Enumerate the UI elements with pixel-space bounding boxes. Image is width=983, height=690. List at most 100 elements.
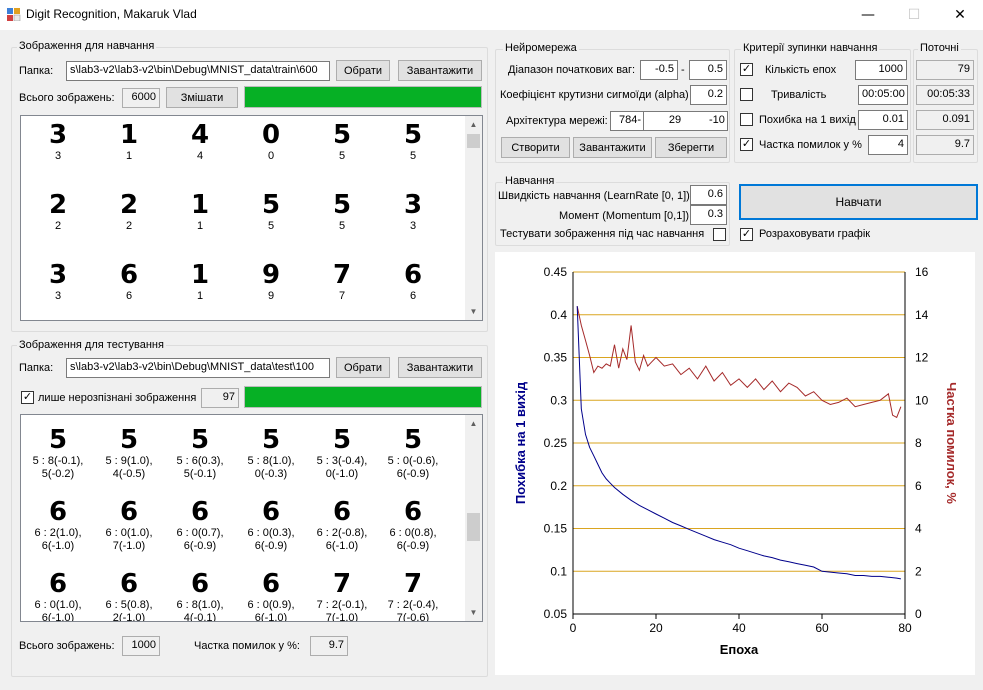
y-tick-label: 0.35 [544, 351, 568, 365]
prediction-second: 7(-0.6) [396, 612, 430, 622]
train-load-button[interactable]: Завантажити [398, 60, 482, 81]
load-network-button[interactable]: Завантажити [573, 137, 652, 158]
test-folder-input[interactable]: s\lab3-v2\lab3-v2\bin\Debug\MNIST_data\t… [66, 358, 330, 378]
prediction-second: 7(-1.0) [325, 612, 359, 622]
calc-graph-checkbox[interactable]: ✓ [740, 228, 753, 241]
prediction-label: 6 : 2(1.0), [34, 527, 82, 539]
create-network-button[interactable]: Створити [501, 137, 570, 158]
arch-hidden-input[interactable]: 29 [643, 111, 707, 131]
test-image-item: 66 : 0(0.9), 6(-1.0) [236, 569, 306, 622]
prediction-label: 5 : 8(-0.1), [32, 455, 84, 467]
digit-label: 2 [54, 220, 62, 232]
digit-image: 6 [48, 569, 68, 599]
test-during-checkbox[interactable] [713, 228, 726, 241]
prediction-second: 6(-0.9) [396, 468, 430, 480]
digit-image: 5 [332, 425, 352, 455]
train-scrollbar[interactable]: ▲ ▼ [465, 116, 482, 320]
duration-input[interactable]: 00:05:00 [858, 85, 908, 105]
epochs-current: 79 [916, 60, 974, 80]
error-per-output-checkbox[interactable] [740, 113, 753, 126]
digit-image: 7 [332, 260, 352, 290]
prediction-second: 6(-1.0) [254, 612, 288, 622]
error-rate-input[interactable]: 4 [868, 135, 908, 155]
digit-label: 3 [54, 150, 62, 162]
digit-image: 5 [261, 425, 281, 455]
test-image-item: 77 : 2(-0.1), 7(-1.0) [307, 569, 377, 622]
prediction-second: 5(-0.1) [183, 468, 217, 480]
momentum-input[interactable]: 0.3 [690, 205, 727, 225]
shuffle-button[interactable]: Змішати [166, 87, 238, 108]
digit-label: 3 [54, 290, 62, 302]
scroll-down-icon[interactable]: ▼ [465, 303, 482, 320]
digit-image: 5 [403, 120, 423, 150]
window-title: Digit Recognition, Makaruk Vlad [26, 7, 197, 21]
prediction-label: 5 : 3(-0.4), [316, 455, 368, 467]
duration-checkbox[interactable] [740, 88, 753, 101]
train-image-item: 11 [165, 190, 235, 233]
digit-image: 0 [261, 120, 281, 150]
digit-image: 5 [261, 190, 281, 220]
close-button[interactable]: ✕ [937, 0, 983, 30]
maximize-button[interactable]: ☐ [891, 0, 937, 30]
prediction-label: 6 : 0(0.7), [176, 527, 224, 539]
minimize-button[interactable]: — [845, 0, 891, 30]
train-image-item: 00 [236, 120, 306, 163]
scroll-down-icon[interactable]: ▼ [465, 604, 482, 621]
test-image-item: 55 : 8(1.0), 0(-0.3) [236, 425, 306, 481]
train-image-item: 33 [378, 190, 448, 233]
weights-range-label: Діапазон початкових ваг: [508, 64, 636, 76]
scroll-thumb[interactable] [467, 513, 480, 541]
error-per-output-input[interactable]: 0.01 [858, 110, 908, 130]
test-error-value: 9.7 [310, 636, 348, 656]
train-folder-input[interactable]: s\lab3-v2\lab3-v2\bin\Debug\MNIST_data\t… [66, 61, 330, 81]
digit-image: 6 [119, 497, 139, 527]
prediction-second: 7(-1.0) [112, 540, 146, 552]
epochs-checkbox[interactable]: ✓ [740, 63, 753, 76]
y2-tick-label: 2 [915, 564, 922, 578]
duration-label: Тривалість [771, 89, 827, 101]
train-choose-button[interactable]: Обрати [336, 60, 390, 81]
scroll-up-icon[interactable]: ▲ [465, 116, 482, 133]
test-image-item: 66 : 0(0.3), 6(-0.9) [236, 497, 306, 553]
y-tick-label: 0.05 [544, 607, 568, 621]
prediction-second: 2(-1.0) [112, 612, 146, 622]
digit-image: 1 [119, 120, 139, 150]
train-image-item: 55 [307, 120, 377, 163]
scroll-up-icon[interactable]: ▲ [465, 415, 482, 432]
prediction-label: 6 : 0(0.3), [247, 527, 295, 539]
test-load-button[interactable]: Завантажити [398, 357, 482, 378]
save-network-button[interactable]: Зберегти [655, 137, 727, 158]
alpha-input[interactable]: 0.2 [690, 85, 727, 105]
test-image-item: 66 : 2(-0.8), 6(-1.0) [307, 497, 377, 553]
prediction-label: 6 : 0(0.9), [247, 599, 295, 611]
train-images-panel[interactable]: 331144005555222211555533336611997766 ▲ ▼ [20, 115, 483, 321]
test-choose-button[interactable]: Обрати [336, 357, 390, 378]
digit-label: 5 [338, 150, 346, 162]
y2-tick-label: 16 [915, 265, 929, 279]
chart-svg: 0.05 0.1 0.15 0.2 0.25 0.3 0.35 0.4 0.45 0 2 4 6 8 10 1… [513, 265, 959, 657]
y-tick-label: 0.2 [550, 479, 567, 493]
test-image-item: 66 : 0(0.7), 6(-0.9) [165, 497, 235, 553]
prediction-second: 6(-0.9) [183, 540, 217, 552]
y2-tick-label: 12 [915, 351, 929, 365]
epochs-input[interactable]: 1000 [855, 60, 907, 80]
weight-min-input[interactable]: -0.5 [640, 60, 678, 80]
train-total-label: Всього зображень: [19, 92, 115, 104]
test-progress-fill [245, 387, 481, 407]
weight-max-input[interactable]: 0.5 [689, 60, 727, 80]
train-image-item: 22 [94, 190, 164, 233]
digit-image: 3 [48, 260, 68, 290]
digit-image: 5 [403, 425, 423, 455]
digit-image: 6 [332, 497, 352, 527]
digit-label: 1 [125, 150, 133, 162]
scroll-thumb[interactable] [467, 134, 480, 148]
test-folder-label: Папка: [19, 362, 54, 374]
learnrate-input[interactable]: 0.6 [690, 185, 727, 205]
train-button[interactable]: Навчати [739, 184, 978, 220]
only-wrong-checkbox[interactable]: ✓ [21, 391, 34, 404]
test-scrollbar[interactable]: ▲ ▼ [465, 415, 482, 621]
test-images-panel[interactable]: 55 : 8(-0.1), 5(-0.2) 5 5 : 9(1.0), 4(-0.5) 5… [20, 414, 483, 622]
test-error-label: Частка помилок у %: [194, 640, 300, 652]
digit-image: 5 [332, 120, 352, 150]
error-rate-checkbox[interactable]: ✓ [740, 138, 753, 151]
